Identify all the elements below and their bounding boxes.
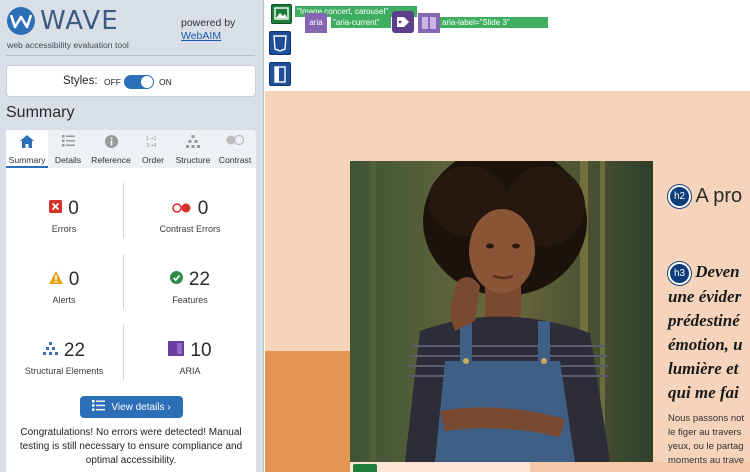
aria-icon-text: aria — [309, 18, 323, 27]
aria-current-label: "aria-current" — [331, 17, 391, 28]
toggle-knob — [141, 76, 153, 88]
region-structure-icon[interactable] — [269, 62, 291, 86]
view-details-label: View details › — [111, 401, 171, 413]
body-line: yeux, ou le partag — [668, 441, 744, 452]
webaim-link[interactable]: WebAIM — [181, 30, 221, 42]
h2-badge[interactable]: h2 — [668, 185, 691, 209]
contrast-error-icon — [171, 200, 192, 218]
wave-logo-icon — [7, 7, 35, 35]
contrast-icon — [214, 135, 256, 149]
bottom-strip-light — [350, 462, 530, 472]
stat-contrast-errors[interactable]: 0 Contrast Errors — [124, 198, 256, 234]
list-icon — [92, 400, 106, 414]
h3-line: une évider — [668, 286, 742, 306]
stat-structural[interactable]: 22 Structural Elements — [6, 340, 122, 376]
errors-label: Errors — [51, 224, 77, 234]
aria-count: 10 — [190, 340, 212, 361]
errors-count: 0 — [68, 198, 79, 219]
svg-text:3→4: 3→4 — [146, 143, 157, 148]
carousel-photo — [350, 161, 653, 462]
structure-icon — [172, 135, 214, 149]
order-icon: 1→2 3→4 — [134, 135, 172, 149]
tab-reference[interactable]: Reference — [88, 130, 134, 168]
h3-line: émotion, u — [668, 334, 743, 354]
wave-logo-word: WAVE — [40, 6, 119, 36]
congrats-message: Congratulations! No errors were detected… — [19, 427, 243, 466]
aria-label: ARIA — [179, 366, 201, 376]
evaluated-page: "Image concert, carousel" aria "aria-cur… — [265, 0, 750, 472]
body-paragraph: Nous passons not le figer au travers yeu… — [668, 412, 750, 468]
features-count: 22 — [188, 269, 211, 290]
aria-icon — [168, 341, 185, 361]
header-divider — [6, 55, 255, 56]
aria-label-text: aria-label="Slide 3" — [440, 17, 548, 28]
stat-errors[interactable]: 0 Errors — [6, 198, 122, 234]
error-icon — [49, 200, 63, 218]
h3-line-text: Deven — [695, 262, 740, 281]
body-line: Nous passons not — [668, 413, 745, 424]
tab-structure-label: Structure — [175, 155, 211, 165]
summary-heading: Summary — [6, 104, 75, 121]
powered-by-text: powered by — [181, 17, 236, 29]
view-details-button[interactable]: View details › — [80, 396, 183, 418]
h3-badge[interactable]: h3 — [668, 261, 691, 285]
tab-summary-label: Summary — [8, 155, 46, 165]
summary-panel: Summary Details Reference 1→23→4 Order — [6, 130, 256, 472]
stat-aria[interactable]: 10 ARIA — [124, 340, 256, 376]
contrast-errors-label: Contrast Errors — [159, 224, 221, 234]
wave-sidebar: WAVE web accessibility evaluation tool p… — [0, 0, 264, 472]
tab-order[interactable]: 1→2 3→4 Order — [134, 130, 172, 168]
svg-text:1→2: 1→2 — [146, 136, 157, 142]
panel-tabs: Summary Details Reference 1→23→4 Order — [6, 130, 256, 168]
aria-tag-icon[interactable] — [392, 11, 414, 33]
contrast-errors-count: 0 — [197, 198, 209, 219]
h2-text: A pro — [695, 185, 743, 207]
heading-h2: h2 A pro — [668, 185, 743, 209]
structure-tree-icon — [42, 342, 58, 360]
alert-icon — [48, 271, 63, 289]
tab-contrast-label: Contrast — [218, 155, 252, 165]
heading-h3: h3 Deven une évider prédestiné émotion, … — [668, 260, 750, 405]
feature-check-icon — [169, 271, 183, 289]
wave-tagline: web accessibility evaluation tool — [7, 40, 129, 50]
tab-structure[interactable]: Structure — [172, 130, 214, 168]
tab-contrast[interactable]: Contrast — [214, 130, 256, 168]
tab-details[interactable]: Details — [48, 130, 88, 168]
alerts-label: Alerts — [52, 295, 76, 305]
h3-line: prédestiné — [668, 310, 740, 330]
structural-count: 22 — [63, 340, 86, 361]
tab-order-label: Order — [142, 155, 164, 165]
body-line: moments au trave — [668, 455, 745, 466]
image-feature-icon[interactable] — [271, 4, 292, 24]
stat-features[interactable]: 22 Features — [124, 269, 256, 305]
aria-icon[interactable]: aria — [305, 13, 327, 33]
home-icon — [6, 135, 48, 149]
html5-structure-icon[interactable] — [269, 31, 291, 55]
tab-reference-label: Reference — [91, 155, 131, 165]
body-line: le figer au travers — [668, 427, 742, 438]
image-feature-icon[interactable] — [353, 464, 377, 472]
styles-off-label: OFF — [104, 77, 121, 87]
structural-label: Structural Elements — [24, 366, 104, 376]
h3-line: h3 Deven — [668, 260, 750, 285]
styles-toggle-switch[interactable] — [124, 75, 154, 89]
styles-label: Styles: — [63, 75, 98, 87]
wave-header: WAVE web accessibility evaluation tool p… — [0, 0, 263, 58]
list-icon — [48, 135, 88, 149]
tab-summary[interactable]: Summary — [6, 130, 48, 168]
features-label: Features — [172, 295, 208, 305]
h3-line: lumière et — [668, 358, 739, 378]
tab-details-label: Details — [54, 155, 82, 165]
h3-line: qui me fai — [668, 382, 739, 402]
styles-toggle-box: Styles: OFF ON — [6, 65, 256, 97]
stat-alerts[interactable]: 0 Alerts — [6, 269, 122, 305]
orange-band — [265, 351, 350, 472]
aria-label-icon[interactable] — [418, 13, 440, 33]
info-icon — [88, 135, 134, 149]
alerts-count: 0 — [68, 269, 80, 290]
styles-on-label: ON — [159, 77, 172, 87]
